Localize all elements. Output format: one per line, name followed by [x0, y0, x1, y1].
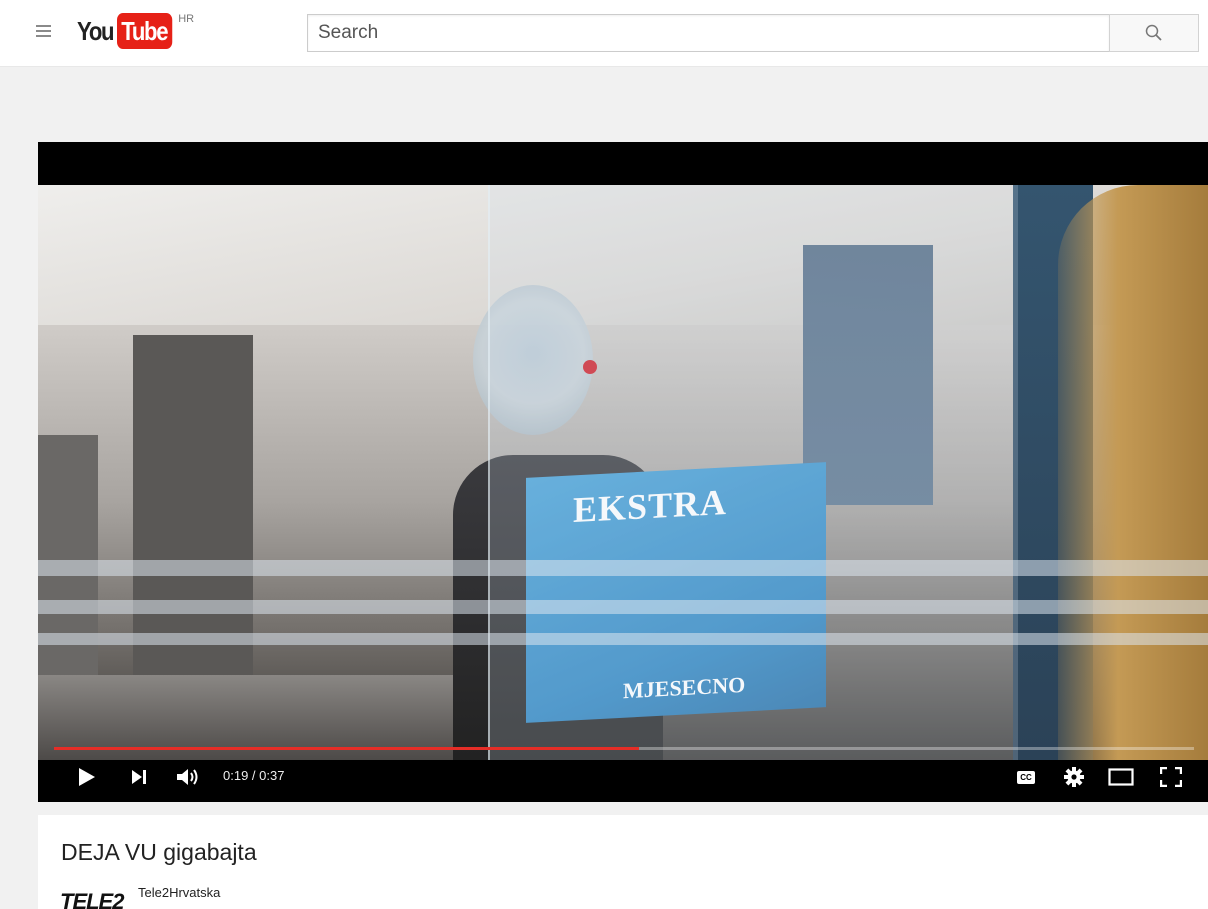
volume-button[interactable] — [168, 760, 210, 802]
region-code: HR — [178, 13, 195, 25]
progress-played — [54, 747, 640, 750]
menu-icon[interactable] — [36, 22, 56, 44]
scene-glass-stripe — [38, 633, 1208, 645]
volume-icon — [177, 769, 198, 785]
captions-icon-label: CC — [1020, 772, 1032, 782]
masthead: You Tube HR — [0, 0, 1208, 67]
play-icon — [79, 768, 95, 786]
scene-glass-wall — [488, 185, 1018, 760]
progress-bar[interactable] — [54, 747, 1194, 750]
video-info: DEJA VU gigabajta TELE2 Tele2Hrvatska — [38, 815, 1208, 909]
video-frame[interactable]: EKSTRA MJESECNO — [38, 185, 1208, 760]
search-form — [307, 14, 1199, 52]
youtube-logo[interactable]: You Tube HR — [77, 13, 194, 49]
captions-button[interactable]: CC — [1006, 760, 1046, 802]
channel-avatar[interactable]: TELE2 — [60, 889, 124, 909]
player-controls: 0:19 / 0:37 CC — [38, 760, 1208, 802]
time-display: 0:19 / 0:37 — [223, 768, 285, 783]
theater-mode-icon — [1108, 768, 1134, 786]
scene-foreground-hair — [1058, 185, 1208, 760]
search-button[interactable] — [1109, 14, 1199, 52]
video-title: DEJA VU gigabajta — [61, 839, 257, 865]
scene-glass-stripe — [38, 560, 1208, 576]
search-icon — [1145, 24, 1162, 41]
settings-button[interactable] — [1054, 760, 1094, 802]
logo-tube-text: Tube — [117, 13, 173, 49]
captions-icon: CC — [1017, 770, 1035, 784]
video-player[interactable]: EKSTRA MJESECNO 0:19 / 0:37 CC — [38, 142, 1208, 802]
play-button[interactable] — [66, 760, 108, 802]
fullscreen-icon — [1160, 767, 1182, 787]
theater-mode-button[interactable] — [1100, 760, 1142, 802]
channel-name-link[interactable]: Tele2Hrvatska — [138, 885, 220, 900]
search-input[interactable] — [307, 14, 1109, 52]
scene-glass-stripe — [38, 600, 1208, 614]
fullscreen-button[interactable] — [1150, 760, 1192, 802]
next-button[interactable] — [118, 760, 160, 802]
scene-pillar — [133, 335, 253, 675]
logo-you-text: You — [77, 16, 115, 46]
next-icon — [132, 770, 146, 784]
settings-icon — [1064, 767, 1084, 787]
